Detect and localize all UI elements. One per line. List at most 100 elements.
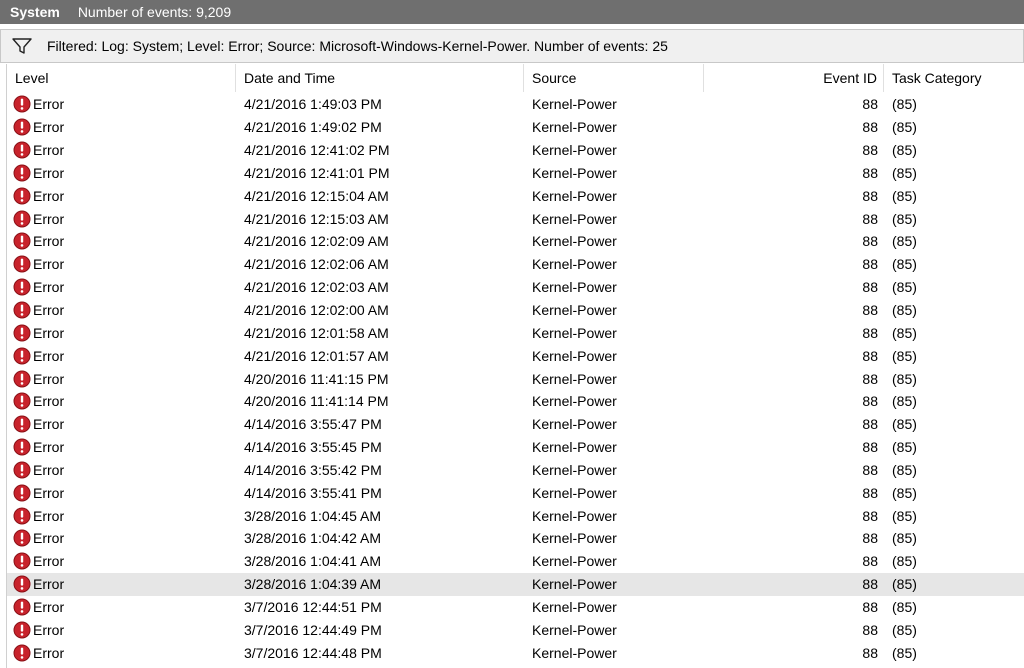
column-header-task-category[interactable]: Task Category [884, 64, 1024, 92]
error-icon [13, 210, 31, 228]
error-icon [13, 118, 31, 136]
level-cell: Error [7, 621, 236, 639]
table-row[interactable]: Error 4/21/2016 12:02:03 AM Kernel-Power 88… [7, 276, 1024, 299]
level-cell: Error [7, 461, 236, 479]
error-icon [13, 141, 31, 159]
date-cell: 3/28/2016 1:04:39 AM [244, 576, 381, 593]
task-category-cell: (85) [892, 142, 917, 159]
event-id-cell: 88 [862, 142, 878, 159]
table-row[interactable]: Error 4/21/2016 12:02:06 AM Kernel-Power 88… [7, 253, 1024, 276]
level-label: Error [33, 96, 65, 113]
table-row[interactable]: Error 3/7/2016 12:44:51 PM Kernel-Power 88 (… [7, 596, 1024, 619]
table-row[interactable]: Error 4/21/2016 12:02:09 AM Kernel-Power 88… [7, 230, 1024, 253]
event-grid[interactable]: Level Date and Time Source Event ID Task… [6, 64, 1024, 668]
error-icon [13, 301, 31, 319]
level-label: Error [33, 164, 65, 181]
task-category-cell: (85) [892, 256, 917, 273]
level-cell: Error [7, 232, 236, 250]
level-label: Error [33, 461, 65, 478]
level-label: Error [33, 439, 65, 456]
source-cell: Kernel-Power [532, 621, 617, 638]
level-label: Error [33, 324, 65, 341]
table-row[interactable]: Error 4/21/2016 1:49:02 PM Kernel-Power 88 (… [7, 116, 1024, 139]
table-row[interactable]: Error 4/21/2016 12:01:58 AM Kernel-Power 88… [7, 321, 1024, 344]
level-cell: Error [7, 484, 236, 502]
task-category-cell: (85) [892, 119, 917, 136]
error-icon [13, 232, 31, 250]
table-row[interactable]: Error 4/14/2016 3:55:45 PM Kernel-Power 88 (… [7, 436, 1024, 459]
event-id-cell: 88 [862, 576, 878, 593]
error-icon [13, 644, 31, 662]
event-id-cell: 88 [862, 210, 878, 227]
error-icon [13, 552, 31, 570]
error-icon [13, 255, 31, 273]
source-cell: Kernel-Power [532, 553, 617, 570]
table-row[interactable]: Error 4/21/2016 12:41:01 PM Kernel-Power 88… [7, 162, 1024, 185]
column-header-event-id[interactable]: Event ID [704, 64, 884, 92]
level-cell: Error [7, 164, 236, 182]
level-cell: Error [7, 644, 236, 662]
table-row[interactable]: Error 4/14/2016 3:55:47 PM Kernel-Power 88 (… [7, 413, 1024, 436]
task-category-cell: (85) [892, 233, 917, 250]
date-cell: 4/21/2016 12:01:57 AM [244, 347, 389, 364]
table-row[interactable]: Error 3/7/2016 12:44:48 PM Kernel-Power 88 (… [7, 641, 1024, 664]
source-cell: Kernel-Power [532, 96, 617, 113]
table-row[interactable]: Error 3/28/2016 1:04:39 AM Kernel-Power 88 (… [7, 572, 1024, 596]
task-category-cell: (85) [892, 164, 917, 181]
event-rows: Error 4/21/2016 1:49:03 PM Kernel-Power 88 (… [7, 93, 1024, 664]
table-row[interactable]: Error 4/21/2016 12:15:04 AM Kernel-Power 88… [7, 184, 1024, 207]
date-cell: 3/7/2016 12:44:48 PM [244, 644, 382, 661]
level-label: Error [33, 210, 65, 227]
table-row[interactable]: Error 4/14/2016 3:55:42 PM Kernel-Power 88 (… [7, 459, 1024, 482]
source-cell: Kernel-Power [532, 256, 617, 273]
filter-bar: Filtered: Log: System; Level: Error; Sou… [0, 29, 1024, 63]
column-header-source[interactable]: Source [524, 64, 704, 92]
date-cell: 3/28/2016 1:04:41 AM [244, 553, 381, 570]
error-icon [13, 484, 31, 502]
level-cell: Error [7, 141, 236, 159]
level-cell: Error [7, 598, 236, 616]
source-cell: Kernel-Power [532, 119, 617, 136]
error-icon [13, 415, 31, 433]
error-icon [13, 164, 31, 182]
table-row[interactable]: Error 4/21/2016 12:15:03 AM Kernel-Power 88… [7, 207, 1024, 230]
source-cell: Kernel-Power [532, 439, 617, 456]
event-id-cell: 88 [862, 324, 878, 341]
event-id-cell: 88 [862, 598, 878, 615]
level-cell: Error [7, 392, 236, 410]
table-row[interactable]: Error 3/28/2016 1:04:41 AM Kernel-Power 88 (… [7, 550, 1024, 573]
date-cell: 4/21/2016 1:49:03 PM [244, 96, 382, 113]
table-row[interactable]: Error 3/7/2016 12:44:49 PM Kernel-Power 88 (… [7, 618, 1024, 641]
table-row[interactable]: Error 4/14/2016 3:55:41 PM Kernel-Power 88 (… [7, 481, 1024, 504]
level-cell: Error [7, 301, 236, 319]
event-id-cell: 88 [862, 553, 878, 570]
level-label: Error [33, 484, 65, 501]
table-row[interactable]: Error 3/28/2016 1:04:42 AM Kernel-Power 88 (… [7, 527, 1024, 550]
table-row[interactable]: Error 4/21/2016 12:41:02 PM Kernel-Power 88… [7, 139, 1024, 162]
task-category-cell: (85) [892, 507, 917, 524]
level-cell: Error [7, 347, 236, 365]
source-cell: Kernel-Power [532, 461, 617, 478]
event-id-cell: 88 [862, 279, 878, 296]
event-id-cell: 88 [862, 644, 878, 661]
date-cell: 3/7/2016 12:44:49 PM [244, 621, 382, 638]
event-id-cell: 88 [862, 530, 878, 547]
table-row[interactable]: Error 4/21/2016 1:49:03 PM Kernel-Power 88 (… [7, 93, 1024, 116]
column-header-level[interactable]: Level [7, 64, 236, 92]
table-row[interactable]: Error 3/28/2016 1:04:45 AM Kernel-Power 88 (… [7, 504, 1024, 527]
level-label: Error [33, 187, 65, 204]
table-row[interactable]: Error 4/21/2016 12:02:00 AM Kernel-Power 88… [7, 299, 1024, 322]
task-category-cell: (85) [892, 553, 917, 570]
date-cell: 3/28/2016 1:04:42 AM [244, 530, 381, 547]
column-header-date[interactable]: Date and Time [236, 64, 524, 92]
task-category-cell: (85) [892, 576, 917, 593]
source-cell: Kernel-Power [532, 576, 617, 593]
table-row[interactable]: Error 4/20/2016 11:41:15 PM Kernel-Power 88… [7, 367, 1024, 390]
level-label: Error [33, 621, 65, 638]
task-category-cell: (85) [892, 324, 917, 341]
table-row[interactable]: Error 4/21/2016 12:01:57 AM Kernel-Power 88… [7, 344, 1024, 367]
table-row[interactable]: Error 4/20/2016 11:41:14 PM Kernel-Power 88… [7, 390, 1024, 413]
source-cell: Kernel-Power [532, 187, 617, 204]
date-cell: 4/21/2016 12:01:58 AM [244, 324, 389, 341]
date-cell: 4/21/2016 12:41:02 PM [244, 142, 390, 159]
